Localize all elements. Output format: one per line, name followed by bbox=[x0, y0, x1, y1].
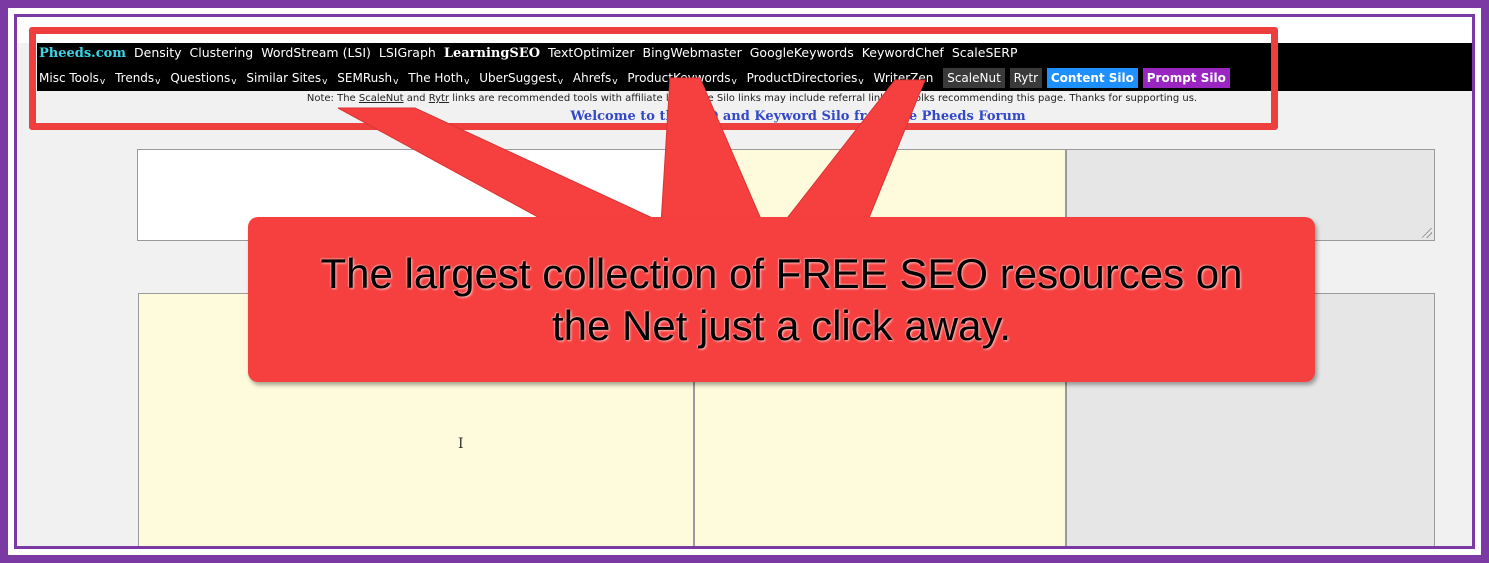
callout-text: The largest collection of FREE SEO resou… bbox=[320, 249, 1243, 349]
callout-pointer-middle bbox=[659, 77, 771, 241]
promo-callout: The largest collection of FREE SEO resou… bbox=[248, 217, 1315, 382]
callout-pointer-right bbox=[768, 79, 926, 241]
